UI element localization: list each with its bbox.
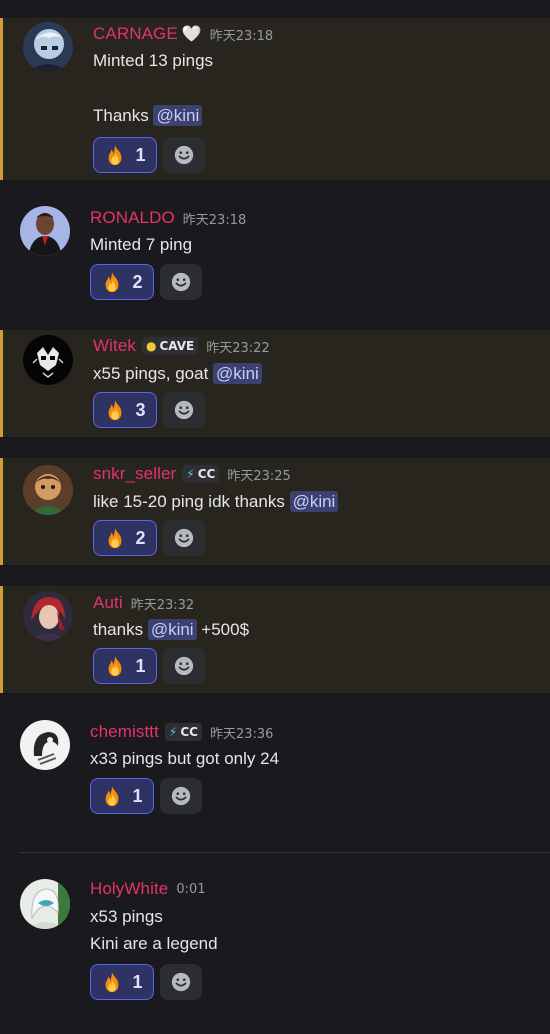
guild-tag-label: CC: [180, 725, 198, 739]
avatar[interactable]: [23, 22, 73, 72]
message-text: like 15-20 ping idk thanks @kini: [93, 490, 339, 514]
message-text-line: thanks: [93, 620, 148, 639]
guild-tag[interactable]: ● CAVE: [142, 337, 199, 355]
avatar[interactable]: [23, 335, 73, 385]
smiley-face-icon: [173, 527, 195, 549]
username[interactable]: snkr_seller: [93, 464, 176, 484]
message-text-line: Thanks: [93, 106, 154, 125]
message-text-line: Minted 13 pings: [93, 51, 214, 70]
reaction-count: 2: [135, 527, 146, 548]
message-text-line: like 15-20 ping idk thanks: [93, 492, 290, 511]
timestamp: 昨天23:32: [130, 597, 195, 613]
fire-emoji: [101, 271, 123, 293]
message-text: x33 pings but got only 24: [90, 747, 279, 771]
message-text-line: x53 pings: [90, 907, 163, 926]
avatar[interactable]: [20, 879, 70, 929]
user-mention[interactable]: @kini: [147, 619, 197, 640]
avatar[interactable]: [23, 465, 73, 515]
reaction-count: 3: [135, 399, 146, 420]
add-reaction-button[interactable]: [163, 137, 205, 173]
message-text: thanks @kini +500$: [93, 618, 249, 642]
message-text-line: Minted 7 ping: [90, 235, 193, 254]
fire-emoji: [101, 785, 123, 807]
message-item: Auti 昨天23:32 thanks @kini +500$ 1: [0, 586, 550, 693]
date-divider: [20, 852, 550, 853]
guild-tag[interactable]: ⚡ CC: [182, 465, 220, 483]
fire-emoji: [101, 971, 123, 993]
message-text-line: x55 pings, goat: [93, 364, 214, 383]
timestamp: 昨天23:25: [227, 468, 291, 484]
reaction-button[interactable]: 1: [90, 964, 154, 1000]
timestamp: 昨天23:18: [209, 28, 274, 44]
avatar[interactable]: [20, 720, 70, 770]
username[interactable]: RONALDO: [90, 208, 175, 228]
smiley-face-icon: [173, 399, 195, 421]
message-text: Kini are a legend: [90, 932, 218, 956]
message-text: Minted 13 pings: [93, 49, 213, 73]
smiley-face-icon: [173, 655, 195, 677]
reaction-button[interactable]: 1: [93, 137, 157, 173]
add-reaction-button[interactable]: [163, 520, 205, 556]
skull-icon: ●: [146, 339, 157, 353]
timestamp: 昨天23:36: [209, 726, 274, 742]
guild-tag-label: CAVE: [159, 339, 195, 353]
message-item: RONALDO 昨天23:18 Minted 7 ping 2: [0, 196, 550, 306]
reaction-button[interactable]: 2: [93, 520, 157, 556]
lightning-icon: ⚡: [186, 467, 195, 481]
message-item: chemisttt ⚡ CC 昨天23:36 x33 pings but got …: [0, 712, 550, 822]
message-text: Thanks @kini: [93, 104, 203, 128]
fire-emoji: [104, 144, 126, 166]
fire-emoji: [104, 399, 126, 421]
username[interactable]: HolyWhite: [90, 879, 168, 899]
add-reaction-button[interactable]: [160, 964, 202, 1000]
reaction-count: 2: [132, 271, 143, 292]
username[interactable]: Auti: [93, 593, 123, 613]
reaction-count: 1: [132, 785, 143, 806]
message-text: x53 pings: [90, 905, 163, 929]
message-text-line: Kini are a legend: [90, 934, 218, 953]
guild-tag[interactable]: ⚡ CC: [164, 723, 202, 741]
user-mention[interactable]: @kini: [213, 363, 262, 384]
avatar[interactable]: [23, 591, 73, 641]
guild-tag-label: CC: [197, 467, 216, 481]
timestamp: 昨天23:18: [182, 212, 247, 228]
reaction-button[interactable]: 1: [93, 648, 157, 684]
message-item: CARNAGE 🤍 昨天23:18 Minted 13 pings Thanks…: [0, 18, 550, 180]
message-item: HolyWhite 0:01 x53 pings Kini are a lege…: [0, 870, 550, 1010]
message-text-line: x33 pings but got only 24: [90, 749, 280, 768]
reaction-button[interactable]: 2: [90, 264, 154, 300]
message-text: Minted 7 ping: [90, 233, 192, 257]
lightning-icon: ⚡: [168, 725, 178, 739]
fire-emoji: [104, 527, 126, 549]
message-text-suffix: +500$: [196, 620, 250, 639]
username[interactable]: chemisttt: [90, 722, 159, 742]
timestamp: 昨天23:22: [206, 340, 270, 356]
avatar[interactable]: [20, 206, 70, 256]
add-reaction-button[interactable]: [163, 392, 205, 428]
smiley-face-icon: [170, 971, 192, 993]
reaction-count: 1: [135, 655, 146, 676]
reaction-button[interactable]: 1: [90, 778, 154, 814]
user-mention[interactable]: @kini: [289, 491, 339, 512]
message-item: Witek ● CAVE 昨天23:22 x55 pings, goat @kin…: [0, 330, 550, 437]
username[interactable]: Witek: [93, 336, 136, 356]
user-mention[interactable]: @kini: [153, 105, 203, 126]
fire-emoji: [104, 655, 126, 677]
heart-icon: 🤍: [181, 24, 202, 43]
smiley-face-icon: [170, 271, 192, 293]
message-text: x55 pings, goat @kini: [93, 362, 262, 386]
add-reaction-button[interactable]: [160, 778, 202, 814]
smiley-face-icon: [170, 785, 192, 807]
message-item: snkr_seller ⚡ CC 昨天23:25 like 15-20 ping …: [0, 458, 550, 565]
add-reaction-button[interactable]: [163, 648, 205, 684]
smiley-face-icon: [173, 144, 195, 166]
reaction-count: 1: [132, 971, 143, 992]
add-reaction-button[interactable]: [160, 264, 202, 300]
timestamp: 0:01: [176, 881, 206, 897]
username[interactable]: CARNAGE: [93, 24, 178, 44]
reaction-button[interactable]: 3: [93, 392, 157, 428]
reaction-count: 1: [135, 144, 146, 165]
